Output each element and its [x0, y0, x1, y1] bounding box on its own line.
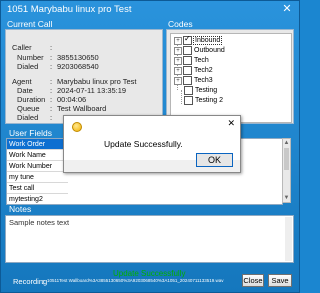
scroll-up-icon[interactable]: ▲ — [283, 139, 290, 147]
user-field-work-name[interactable]: Work Name — [7, 150, 69, 161]
current-call-heading: Current Call — [7, 19, 53, 29]
queue-label: Queue — [17, 104, 40, 113]
title-bar: 1051 Marybabu linux pro Test ✕ — [1, 1, 299, 18]
expand-icon[interactable]: + — [174, 56, 182, 65]
code-item-tech2[interactable]: + Tech2 — [174, 66, 214, 75]
code-checkbox[interactable] — [183, 56, 192, 65]
agent-value: Marybabu linux pro Test — [57, 77, 137, 86]
user-field-my-tune[interactable]: my tune — [7, 172, 69, 183]
codes-heading: Codes — [168, 19, 193, 29]
update-dialog: ✕ Update Successfully. OK — [63, 115, 241, 173]
code-checkbox[interactable] — [183, 76, 192, 85]
notes-scrollbar[interactable] — [285, 217, 292, 261]
date-value: 2024-07-11 13:35:19 — [57, 86, 127, 95]
notes-textarea[interactable]: Sample notes text — [5, 215, 294, 263]
codes-tree: + Inbound + Outbound + Tech + Tech2 + Tech3 T… — [170, 33, 292, 123]
scroll-thumb[interactable] — [284, 148, 289, 170]
code-checkbox[interactable] — [183, 34, 192, 45]
code-checkbox[interactable] — [184, 96, 193, 105]
code-label: Tech3 — [194, 77, 213, 84]
code-label: Inbound — [193, 36, 223, 45]
code-label: Testing — [195, 87, 218, 94]
code-checkbox[interactable] — [184, 86, 193, 95]
code-label: Outbound — [194, 47, 225, 54]
code-item-testing-2[interactable]: Testing 2 — [183, 96, 224, 105]
current-call-panel: Caller : Number : 3855130650 Dialed : 92… — [5, 29, 163, 124]
dialog-message: Update Successfully. — [104, 139, 183, 149]
dialed-label: Dialed — [17, 62, 39, 71]
code-item-inbound[interactable]: + Inbound — [174, 34, 223, 45]
save-button[interactable]: Save — [268, 274, 292, 287]
duration-value: 00:04:06 — [57, 95, 87, 104]
expand-icon[interactable]: + — [174, 66, 182, 75]
user-fields-heading: User Fields — [9, 128, 52, 138]
notes-heading: Notes — [9, 204, 32, 214]
code-item-tech[interactable]: + Tech — [174, 56, 210, 65]
caller-label: Caller — [12, 43, 32, 52]
expand-icon[interactable]: + — [174, 76, 182, 85]
number-value: 3855130650 — [57, 53, 99, 62]
number-label: Number — [17, 53, 44, 62]
call-window: 1051 Marybabu linux pro Test ✕ Current C… — [0, 0, 300, 293]
code-checkbox[interactable] — [183, 66, 192, 75]
code-label: Tech2 — [194, 67, 213, 74]
code-item-tech3[interactable]: + Tech3 — [174, 76, 214, 85]
agent-label: Agent — [12, 77, 32, 86]
user-field-work-order[interactable]: Work Order — [7, 139, 69, 150]
notes-text: Sample notes text — [9, 218, 70, 227]
window-close-icon[interactable]: ✕ — [281, 1, 293, 17]
expand-icon[interactable]: + — [174, 36, 182, 45]
user-field-test-call[interactable]: Test call — [7, 183, 69, 194]
close-button[interactable]: Close — [242, 274, 264, 287]
codes-panel: + Inbound + Outbound + Tech + Tech2 + Tech3 T… — [166, 29, 294, 124]
code-label: Tech — [194, 57, 209, 64]
code-checkbox[interactable] — [183, 46, 192, 55]
scroll-down-icon[interactable]: ▼ — [283, 194, 290, 202]
user-fields-list: Work Order Work Name Work Number my tune… — [6, 138, 70, 205]
info-icon — [72, 122, 82, 132]
user-fields-scrollbar[interactable]: ▲ ▼ — [282, 138, 291, 203]
user-field-work-number[interactable]: Work Number — [7, 161, 69, 172]
recording-value: 10511Test Wallboard%3A3855130650%3A92030… — [47, 278, 224, 283]
code-item-outbound[interactable]: + Outbound — [174, 46, 226, 55]
window-title: 1051 Marybabu linux pro Test — [7, 4, 132, 15]
status-message: Update Successfully — [113, 269, 186, 278]
duration-label: Duration — [17, 95, 46, 104]
dialed-value: 9203068540 — [57, 62, 99, 71]
code-label: Testing 2 — [195, 97, 224, 104]
dialog-close-icon[interactable]: ✕ — [227, 118, 235, 128]
queue-dialed-label: Dialed — [17, 113, 39, 122]
ok-button[interactable]: OK — [196, 153, 233, 167]
queue-value: Test Wallboard — [57, 104, 107, 113]
date-label: Date — [17, 86, 33, 95]
expand-icon[interactable]: + — [174, 46, 182, 55]
code-item-testing[interactable]: Testing — [183, 86, 218, 95]
